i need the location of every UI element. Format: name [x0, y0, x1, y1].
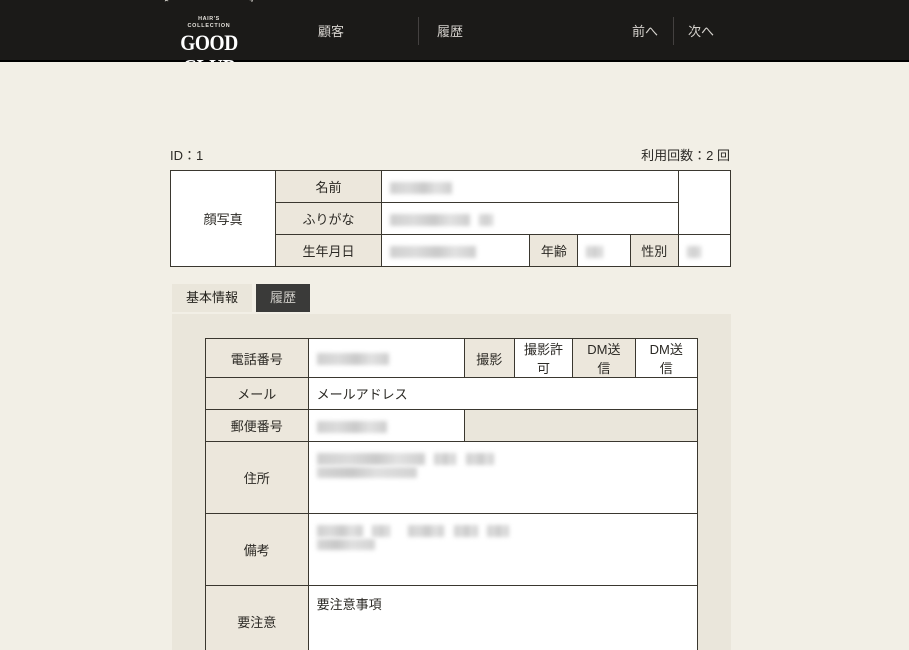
label-remarks: 備考 [205, 513, 309, 586]
redacted-postal [316, 420, 387, 433]
table-row: 顔写真 名前 [169, 170, 731, 267]
field-photo-permission[interactable]: 撮影許可 [513, 338, 574, 378]
record-summary-row: ID：1 利用回数：2 回 [170, 145, 730, 164]
field-age[interactable] [577, 234, 631, 267]
field-name[interactable] [380, 170, 679, 203]
label-phone: 電話番号 [205, 338, 309, 378]
field-mail[interactable]: メールアドレス [307, 377, 699, 410]
record-id-label: ID：1 [170, 148, 204, 163]
nav-item-customer[interactable]: 顧客 [300, 25, 418, 38]
face-photo-cell[interactable]: 顔写真 [169, 170, 277, 267]
postal-row-spacer [464, 409, 699, 442]
tab-bar: 基本情報 履歴 [172, 284, 311, 312]
table-row: 要注意 要注意事項 [205, 585, 699, 650]
label-dm: DM送信 [572, 338, 636, 378]
field-caution[interactable]: 要注意事項 [307, 585, 699, 650]
table-row: 郵便番号 [205, 409, 699, 442]
redacted-remarks-4 [453, 524, 478, 537]
field-phone[interactable] [307, 338, 465, 378]
redacted-furigana [389, 213, 470, 226]
field-postal[interactable] [307, 409, 465, 442]
primary-nav: 顧客 履歴 [300, 0, 537, 62]
table-row: 住所 [205, 441, 699, 514]
logo-line1: HAIR'S [198, 16, 220, 22]
nav-item-prev[interactable]: 前へ [618, 25, 673, 38]
redacted-address-4 [316, 467, 417, 478]
profile-table: 顔写真 名前 ふりがな 生年月日 年齢 性別 [169, 170, 732, 267]
table-row: 備考 [205, 513, 699, 586]
redacted-address-3 [465, 452, 494, 465]
tab-basic-info[interactable]: 基本情報 [172, 284, 253, 312]
table-row: 電話番号 撮影 撮影許可 DM送信 DM送信 [205, 338, 699, 378]
redacted-address-2 [434, 452, 457, 465]
detail-table: 電話番号 撮影 撮影許可 DM送信 DM送信 メール メールアドレス 郵便番号 [205, 338, 699, 650]
redacted-gender [686, 245, 701, 258]
nav-item-next[interactable]: 次へ [674, 25, 729, 38]
label-gender: 性別 [629, 234, 679, 267]
top-header-bar: THEBARBERSHOP HAIR'S COLLECTION GOOD CLU… [0, 0, 909, 85]
field-furigana[interactable] [380, 202, 679, 235]
redacted-remarks-6 [316, 539, 375, 550]
field-gender[interactable] [677, 234, 732, 267]
redacted-remarks-3 [407, 524, 444, 537]
nav-item-history[interactable]: 履歴 [419, 25, 537, 38]
tab-history[interactable]: 履歴 [256, 284, 311, 312]
field-dm[interactable]: DM送信 [634, 338, 699, 378]
visit-count-label: 利用回数：2 回 [641, 148, 730, 163]
page-body: ID：1 利用回数：2 回 顔写真 名前 ふりがな 生年月日 年齢 性別 基本情… [0, 62, 909, 650]
label-postal: 郵便番号 [205, 409, 309, 442]
redacted-birthday [389, 245, 476, 258]
redacted-remarks-2 [372, 524, 391, 537]
redacted-age [586, 245, 604, 258]
field-birthday[interactable] [380, 234, 531, 267]
label-mail: メール [205, 377, 309, 410]
label-caution: 要注意 [205, 585, 309, 650]
label-name: 名前 [275, 170, 382, 203]
label-photo-permission: 撮影 [463, 338, 515, 378]
field-remarks[interactable] [307, 513, 699, 586]
logo-line2: COLLECTION [187, 23, 231, 29]
redacted-remarks-1 [316, 524, 363, 537]
label-furigana: ふりがな [275, 202, 382, 235]
tab-content-panel: 電話番号 撮影 撮影許可 DM送信 DM送信 メール メールアドレス 郵便番号 [172, 314, 731, 650]
redacted-phone [316, 353, 389, 366]
logo-arc-text: THEBARBERSHOP [164, 0, 255, 3]
redacted-remarks-5 [487, 524, 510, 537]
redacted-name [389, 181, 452, 194]
label-birthday: 生年月日 [275, 234, 382, 267]
redacted-address-1 [316, 452, 425, 465]
label-address: 住所 [205, 441, 309, 514]
field-address[interactable] [307, 441, 699, 514]
label-age: 年齢 [529, 234, 579, 267]
brand-logo[interactable]: THEBARBERSHOP HAIR'S COLLECTION GOOD CLU… [158, 0, 260, 85]
redacted-furigana-2 [479, 213, 494, 226]
table-row: メール メールアドレス [205, 377, 699, 410]
pager-nav: 前へ 次へ [618, 0, 729, 62]
